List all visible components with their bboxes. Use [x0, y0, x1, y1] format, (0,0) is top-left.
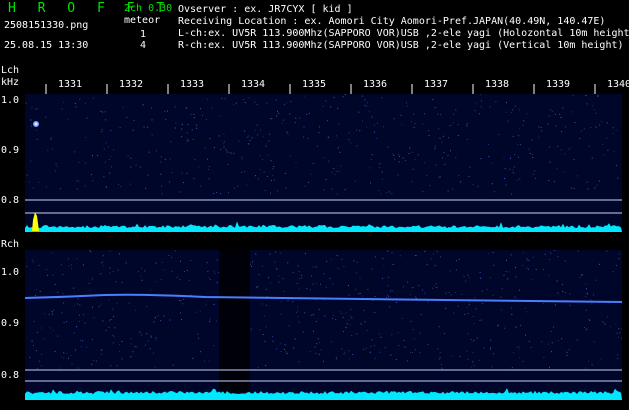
rch-ytick-1-0: 1.0 — [1, 267, 20, 278]
rch-ytick-0-8: 0.8 — [1, 370, 20, 381]
rch-carrier-trace — [25, 293, 622, 303]
lch-meteor-peak — [32, 212, 39, 231]
time-axis-label: 1335 — [302, 79, 327, 90]
lch-ytick-0-9: 0.9 — [1, 145, 20, 156]
time-axis-label: 1338 — [485, 79, 510, 90]
time-axis-label: 1336 — [363, 79, 388, 90]
lch-ytick-0-8: 0.8 — [1, 195, 20, 206]
lch-ytick-1-0: 1.0 — [1, 95, 20, 106]
time-axis-label: 1339 — [546, 79, 571, 90]
rch-spectrogram — [25, 250, 622, 400]
timestamp: 25.08.15 13:30 — [4, 40, 89, 51]
spectrogram-window: H R O F F T 2508151330.png 25.08.15 13:3… — [0, 0, 629, 410]
rch-baseline-trace — [25, 388, 622, 400]
rch-info-line: R-ch:ex. UV5R 113.900Mhz(SAPPORO VOR)USB… — [178, 40, 624, 51]
lch-info-line: L-ch:ex. UV5R 113.900Mhz(SAPPORO VOR)USB… — [178, 28, 629, 39]
file-name: 2508151330.png — [4, 20, 89, 31]
lch-meteor-echo-core — [34, 122, 38, 126]
khz-unit-label: kHz — [1, 77, 20, 88]
rch-ytick-0-9: 0.9 — [1, 318, 20, 329]
version-label: 2ch 0.30 — [124, 3, 173, 14]
lch-label: Lch — [1, 65, 20, 76]
rch-label: Rch — [1, 239, 20, 250]
time-axis-label: 1333 — [180, 79, 205, 90]
meteor-count-label: meteor — [124, 15, 161, 26]
observer-line: Ovserver : ex. JR7CYX [ kid ] — [178, 4, 353, 15]
rch-dropout-band — [219, 250, 250, 400]
time-axis-label: 1337 — [424, 79, 449, 90]
meteor-count-rch: 4 — [140, 40, 147, 51]
location-line: Receiving Location : ex. Aomori City Aom… — [178, 16, 606, 27]
meteor-count-lch: 1 — [140, 29, 147, 40]
time-axis-label: 1332 — [119, 79, 144, 90]
time-axis-label: 1334 — [241, 79, 266, 90]
time-axis-label: 1331 — [58, 79, 83, 90]
lch-spectrogram — [25, 94, 622, 232]
lch-baseline-trace — [25, 221, 622, 232]
time-axis-label: 1340 — [607, 79, 629, 90]
